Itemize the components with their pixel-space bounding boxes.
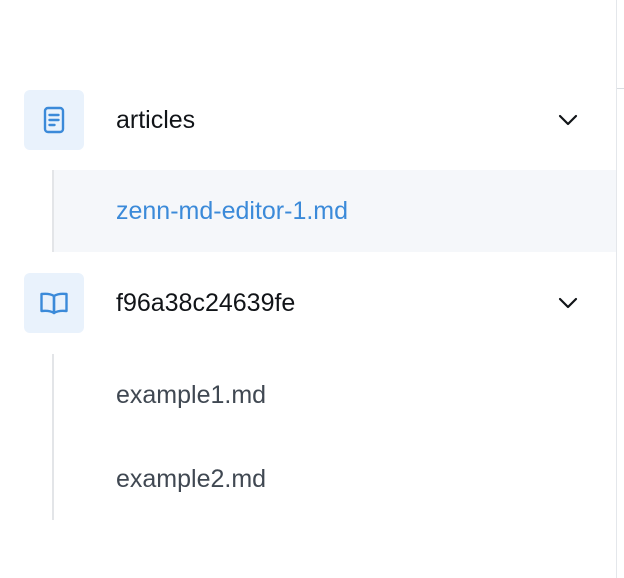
document-icon xyxy=(43,106,65,134)
group-children-articles: zenn-md-editor-1.md xyxy=(52,170,616,252)
file-tree-sidebar: articles zenn-md-editor-1.md f96a38c2463… xyxy=(0,0,616,578)
group-icon-box xyxy=(24,90,84,150)
group-title: articles xyxy=(116,106,196,134)
group-header-articles[interactable]: articles xyxy=(24,90,616,150)
file-label: zenn-md-editor-1.md xyxy=(116,197,349,225)
main-pane-edge xyxy=(617,0,624,578)
file-label: example2.md xyxy=(116,465,267,493)
group-header-book[interactable]: f96a38c24639fe xyxy=(24,273,616,333)
file-label: example1.md xyxy=(116,381,267,409)
chevron-down-icon[interactable] xyxy=(556,291,580,315)
file-item[interactable]: zenn-md-editor-1.md xyxy=(54,170,616,252)
book-icon xyxy=(40,292,68,315)
main-pane-header-divider xyxy=(617,88,624,89)
chevron-down-icon[interactable] xyxy=(556,108,580,132)
file-item[interactable]: example1.md xyxy=(54,354,616,436)
group-icon-box xyxy=(24,273,84,333)
file-item[interactable]: example2.md xyxy=(54,438,616,520)
group-children-book: example1.md example2.md xyxy=(52,354,616,520)
group-title: f96a38c24639fe xyxy=(116,289,296,317)
